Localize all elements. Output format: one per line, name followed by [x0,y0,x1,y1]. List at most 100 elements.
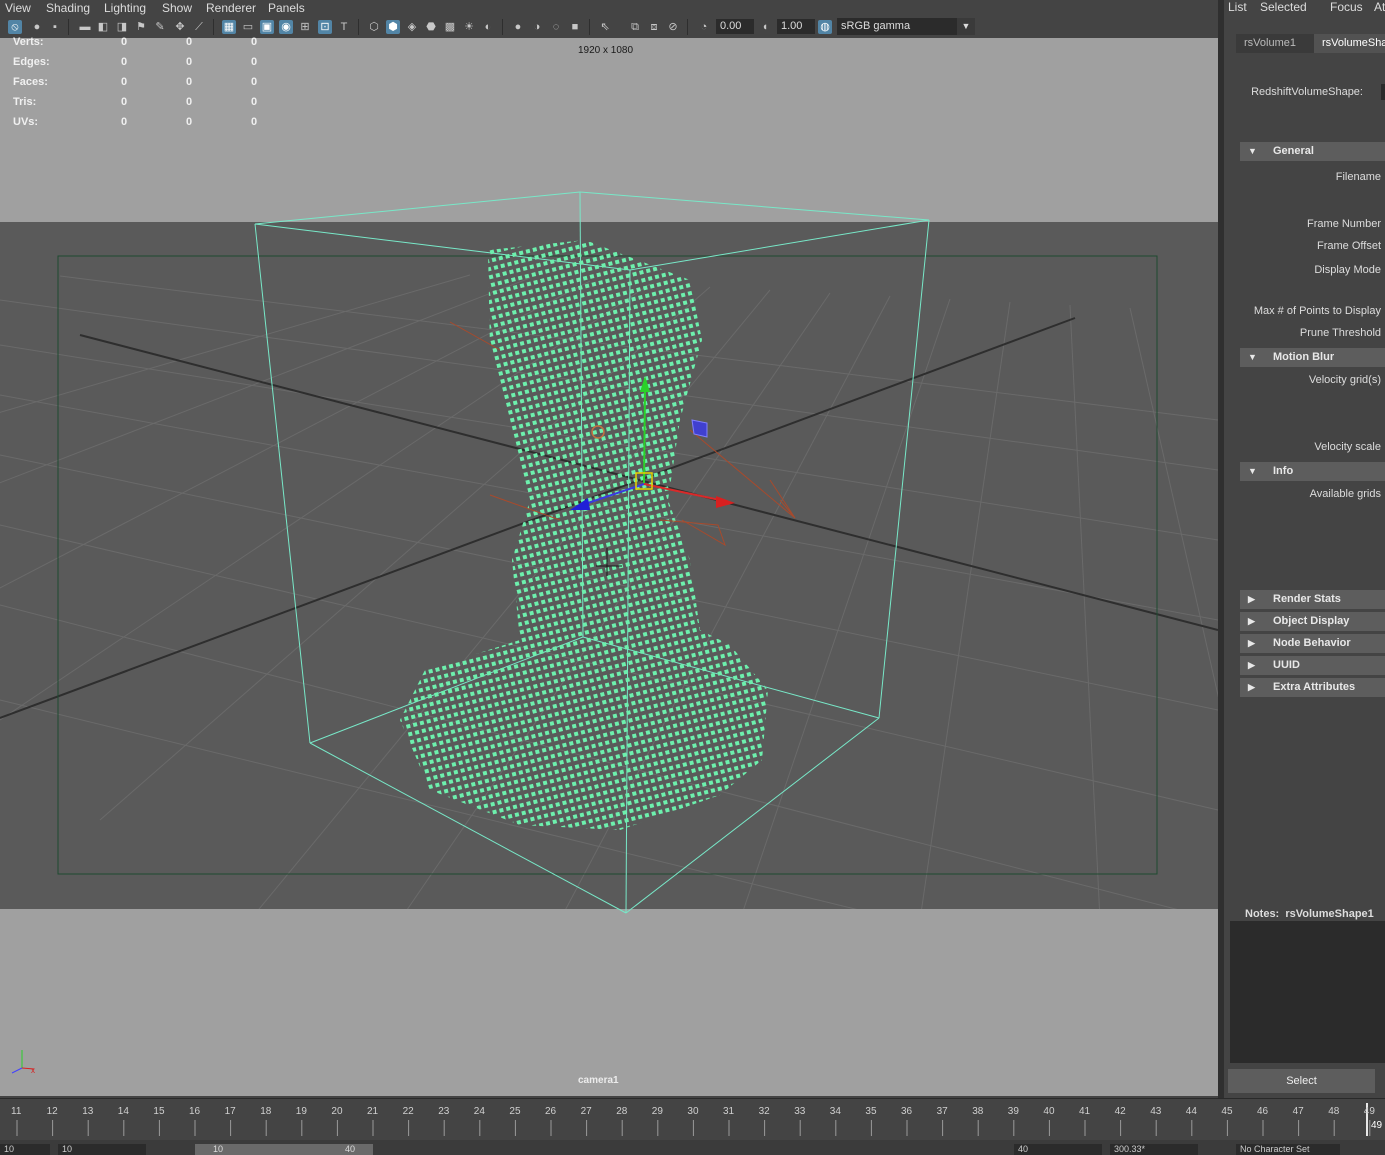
frame-label: 26 [545,1106,557,1117]
node-name-field[interactable] [1381,84,1385,100]
menu-renderer[interactable]: Renderer [206,1,256,15]
section-render-stats[interactable]: ▶ Render Stats [1240,590,1385,609]
section-uuid[interactable]: ▶ UUID [1240,656,1385,675]
frame-label: 29 [651,1106,663,1117]
select-mode-icon[interactable]: ⇖ [598,20,612,34]
frame-label: 36 [901,1106,913,1117]
frame-label: 23 [438,1106,450,1117]
end-time-field[interactable]: 40 [1014,1144,1102,1155]
frame-label: 43 [1150,1106,1162,1117]
frame-label: 44 [1185,1106,1197,1117]
frame-label: 32 [758,1106,770,1117]
section-node-behavior[interactable]: ▶ Node Behavior [1240,634,1385,653]
chevron-right-icon: ▶ [1248,616,1255,626]
range-slider[interactable]: 10 40 [195,1144,373,1155]
xray-joints-icon[interactable]: ◑ [530,20,544,34]
select-button[interactable]: Select [1228,1069,1375,1093]
safe-action-icon[interactable]: ⊡ [318,20,332,34]
tab-rsvolumeshape[interactable]: rsVolumeSha [1314,34,1385,53]
time-slider[interactable]: 11 12 13 14 15 16 17 18 19 20 21 22 23 24 25 26 27 28 29 30… [0,1098,1385,1139]
grease-pencil-icon[interactable]: ✎ [153,20,167,34]
exposure-icon[interactable]: ◔ [697,20,711,34]
frame-label: 34 [829,1106,841,1117]
bookmark-flag-icon[interactable]: ⚑ [134,20,148,34]
gate-mask-icon[interactable]: ◉ [279,20,293,34]
menu-list[interactable]: List [1228,0,1247,14]
2d-pan-icon[interactable]: ◨ [115,20,129,34]
attr-prune-threshold: Prune Threshold [1299,327,1381,339]
hud-uvs-row: UVs: 0 0 0 [13,116,258,128]
hud-faces-row: Faces: 0 0 0 [13,76,258,88]
frame-label: 13 [82,1106,94,1117]
image-plane-icon[interactable]: ◧ [96,20,110,34]
shadows-icon[interactable]: ◐ [481,20,495,34]
section-motion-blur[interactable]: ▼ Motion Blur [1240,348,1385,367]
frame-label: 48 [1328,1106,1340,1117]
color-management-icon[interactable]: ◍ [818,20,832,34]
select-camera-icon[interactable]: ⦸ [8,20,22,34]
frame-label: 24 [473,1106,485,1117]
textured-icon[interactable]: ⬣ [424,20,438,34]
gamma-field[interactable]: 1.00 [777,19,815,34]
anti-alias-icon[interactable]: ⊘ [666,20,680,34]
move-tool-icon[interactable]: ✥ [173,20,187,34]
field-chart-icon[interactable]: ⊞ [298,20,312,34]
chevron-down-icon: ▼ [1248,146,1257,156]
frame-label: 45 [1221,1106,1233,1117]
gamma-icon[interactable]: ◖ [758,20,772,34]
notes-textarea[interactable] [1230,921,1385,1063]
attr-frame-offset: Frame Offset [1317,240,1381,252]
xray-components-icon[interactable]: ◌ [549,20,563,34]
start-time-field[interactable]: 10 [0,1144,50,1155]
menu-view[interactable]: View [5,1,31,15]
fps-field[interactable]: 300.33* [1110,1144,1198,1155]
paint-icon[interactable]: ⟋ [192,20,206,34]
resolution-gate-icon[interactable]: ▣ [260,20,274,34]
hud-label: Edges: [13,56,50,68]
section-info[interactable]: ▼ Info [1240,462,1385,481]
menu-attributes[interactable]: Att [1374,0,1385,14]
frame-label: 40 [1043,1106,1055,1117]
light-icon[interactable]: ☀ [462,20,476,34]
xray-icon[interactable]: ● [511,20,525,34]
wireframe-icon[interactable]: ⬡ [367,20,381,34]
color-space-value: sRGB gamma [841,20,911,32]
safe-title-icon[interactable]: T [337,20,351,34]
hud-tris-row: Tris: 0 0 0 [13,96,258,108]
motion-blur-icon[interactable]: ⧈ [647,20,661,34]
menu-shading[interactable]: Shading [46,1,90,15]
viewport-scene[interactable]: x [0,38,1218,1096]
gate-mask-bottom [0,909,1218,1096]
wireframe-on-shaded-icon[interactable]: ◈ [405,20,419,34]
range-start-field[interactable]: 10 [58,1144,146,1155]
color-space-dropdown[interactable]: sRGB gamma ▼ [837,18,975,35]
use-all-lights-icon[interactable]: ▩ [443,20,457,34]
menu-selected[interactable]: Selected [1260,0,1307,14]
film-gate-icon[interactable]: ▭ [241,20,255,34]
menu-lighting[interactable]: Lighting [104,1,146,15]
bookmark-icon[interactable]: ▪ [48,20,62,34]
smooth-shade-icon[interactable]: ⬢ [386,20,400,34]
frame-label: 38 [972,1106,984,1117]
frame-label: 12 [46,1106,58,1117]
attr-display-mode: Display Mode [1314,264,1381,276]
ambient-occlusion-icon[interactable]: ⧉ [628,20,642,34]
character-set-dropdown[interactable]: No Character Set [1236,1144,1340,1155]
camera-attrs-icon[interactable]: ▬ [78,20,92,34]
section-extra-attributes[interactable]: ▶ Extra Attributes [1240,678,1385,697]
exposure-field[interactable]: 0.00 [716,19,754,34]
menu-panels[interactable]: Panels [268,1,305,15]
menu-focus[interactable]: Focus [1330,0,1363,14]
section-object-display[interactable]: ▶ Object Display [1240,612,1385,631]
viewport-panel[interactable]: View Shading Lighting Show Renderer Pane… [0,0,1218,1098]
lock-camera-icon[interactable]: ● [30,20,44,34]
isolate-select-icon[interactable]: ■ [568,20,582,34]
section-general[interactable]: ▼ General [1240,142,1385,161]
menu-show[interactable]: Show [162,1,192,15]
node-type-label: RedshiftVolumeShape: [1251,86,1363,98]
tab-rsvolume1[interactable]: rsVolume1 [1236,34,1314,53]
grid-icon[interactable]: ▦ [222,20,236,34]
frame-label: 21 [367,1106,379,1117]
camera-name-label: camera1 [578,1075,619,1086]
plane-handle-icon[interactable] [691,419,708,438]
